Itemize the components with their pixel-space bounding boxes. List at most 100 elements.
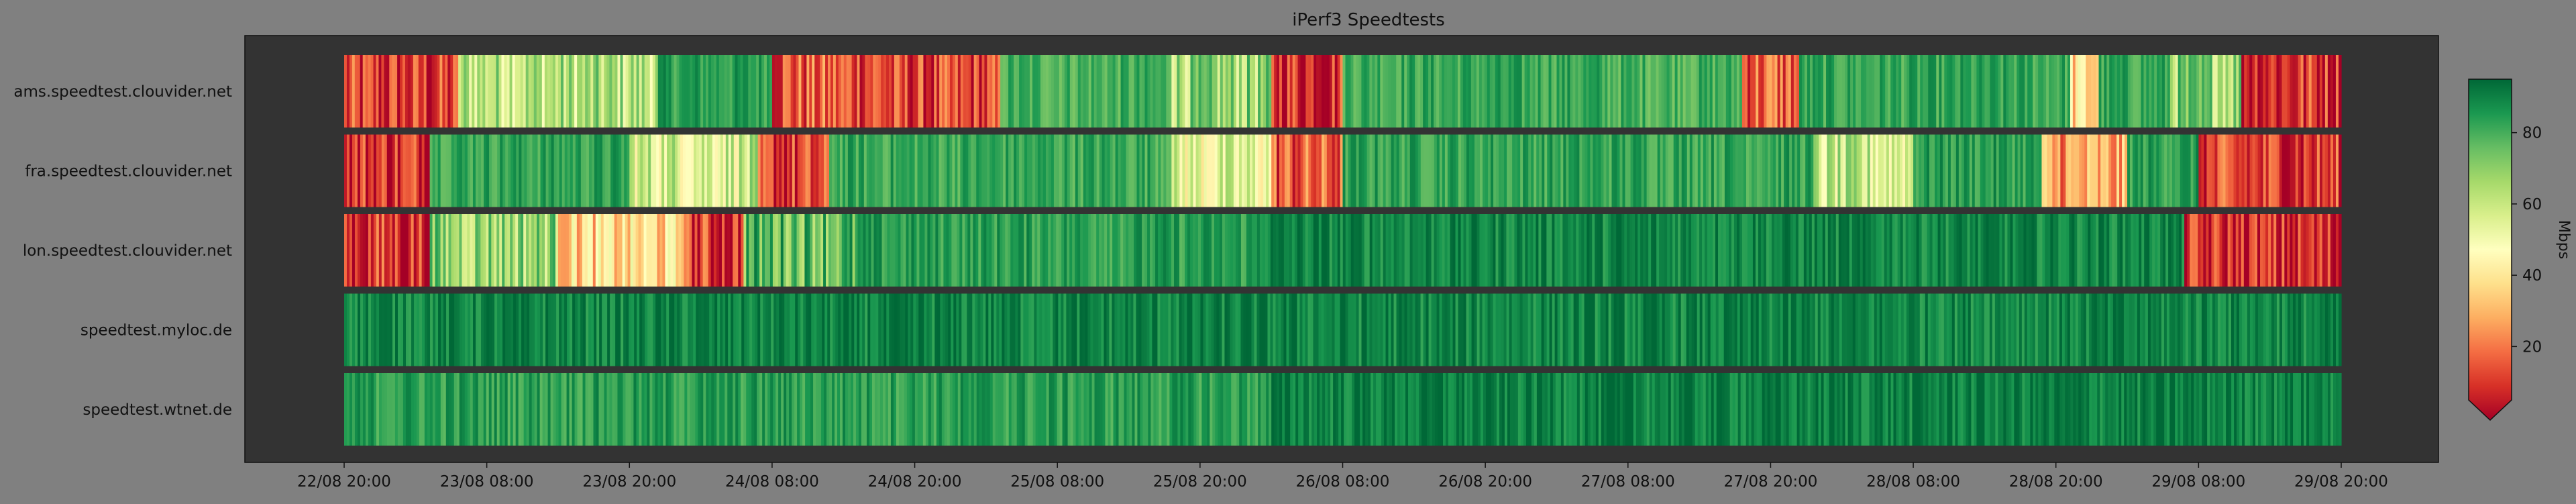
- heatmap-cell: [2260, 55, 2263, 128]
- heatmap-cell: [1827, 134, 1830, 207]
- heatmap-cell: [1185, 373, 1189, 446]
- heatmap-cell: [733, 293, 737, 366]
- heatmap-cell: [1187, 293, 1191, 366]
- heatmap-cell: [1683, 293, 1687, 366]
- heatmap-cell: [833, 55, 837, 128]
- heatmap-cell: [2228, 55, 2231, 128]
- heatmap-cell: [1675, 293, 1679, 366]
- heatmap-cell: [1310, 293, 1314, 366]
- heatmap-cell: [871, 373, 875, 446]
- heatmap-cell: [638, 214, 642, 287]
- heatmap-cell: [1583, 55, 1587, 128]
- heatmap-cell: [925, 134, 929, 207]
- heatmap-cell: [362, 214, 366, 287]
- heatmap-cell: [669, 134, 673, 207]
- heatmap-cell: [1898, 293, 1902, 366]
- heatmap-cell: [1444, 214, 1448, 287]
- heatmap-cell: [687, 55, 690, 128]
- heatmap-cell: [1080, 214, 1083, 287]
- heatmap-cell: [1136, 293, 1139, 366]
- heatmap-cell: [620, 373, 624, 446]
- heatmap-cell: [2029, 293, 2033, 366]
- heatmap-cell: [1724, 134, 1728, 207]
- heatmap-cell: [1077, 293, 1080, 366]
- heatmap-cell: [1621, 214, 1625, 287]
- heatmap-cell: [1412, 293, 1416, 366]
- heatmap-cell: [389, 214, 393, 287]
- heatmap-cell: [1896, 373, 1900, 446]
- heatmap-cell: [2339, 373, 2342, 446]
- heatmap-cell: [2311, 293, 2315, 366]
- heatmap-cell: [1668, 134, 1672, 207]
- heatmap-cell: [1654, 293, 1658, 366]
- heatmap-cell: [2204, 55, 2208, 128]
- heatmap-cell: [1136, 134, 1140, 207]
- heatmap-cell: [1222, 55, 1226, 128]
- heatmap-cell: [1928, 55, 1931, 128]
- heatmap-cell: [1263, 134, 1267, 207]
- heatmap-cell: [1919, 134, 1922, 207]
- heatmap-cell: [1575, 55, 1578, 128]
- heatmap-cell: [1281, 55, 1285, 128]
- heatmap-cell: [1960, 55, 1964, 128]
- heatmap-segment: [857, 214, 1258, 287]
- heatmap-cell: [1112, 214, 1116, 287]
- heatmap-cell: [1126, 214, 1129, 287]
- heatmap-cell: [1411, 373, 1414, 446]
- heatmap-cell: [2180, 373, 2184, 446]
- heatmap-cell: [708, 55, 712, 128]
- heatmap-cell: [686, 214, 690, 287]
- heatmap-cell: [1991, 214, 1995, 287]
- heatmap-cell: [1447, 134, 1451, 207]
- heatmap-cell: [566, 214, 570, 287]
- heatmap-cell: [523, 214, 527, 287]
- heatmap-cell: [1087, 293, 1091, 366]
- heatmap-cell: [582, 55, 586, 128]
- heatmap-cell: [1185, 214, 1188, 287]
- heatmap-cell: [929, 293, 932, 366]
- heatmap-cell: [1953, 214, 1957, 287]
- heatmap-cell: [1858, 55, 1862, 128]
- heatmap-cell: [508, 134, 511, 207]
- heatmap-cell: [432, 214, 436, 287]
- heatmap-cell: [1356, 214, 1360, 287]
- heatmap-cell: [1458, 134, 1462, 207]
- heatmap-cell: [1821, 134, 1825, 207]
- heatmap-cell: [1660, 134, 1664, 207]
- heatmap-cell: [2194, 55, 2197, 128]
- heatmap-cell: [825, 55, 828, 128]
- heatmap-cell: [2070, 55, 2074, 128]
- heatmap-cell: [1120, 134, 1124, 207]
- heatmap-cell: [1764, 373, 1768, 446]
- heatmap-cell: [1819, 134, 1822, 207]
- heatmap-cell: [1958, 134, 1962, 207]
- heatmap-cell: [617, 373, 621, 446]
- heatmap-cell: [1169, 214, 1172, 287]
- heatmap-cell: [1821, 55, 1824, 128]
- heatmap-cell: [1966, 134, 1970, 207]
- heatmap-cell: [1729, 373, 1733, 446]
- heatmap-cell: [1862, 214, 1866, 287]
- heatmap-cell: [1844, 293, 1848, 366]
- heatmap-cell: [582, 214, 586, 287]
- heatmap-cell: [975, 293, 978, 366]
- heatmap-cell: [352, 293, 356, 366]
- heatmap-cell: [1225, 55, 1229, 128]
- heatmap-cell: [922, 373, 926, 446]
- heatmap-cell: [1053, 214, 1057, 287]
- heatmap-cell: [2008, 293, 2012, 366]
- heatmap-cell: [1560, 293, 1564, 366]
- heatmap-cell: [1860, 214, 1864, 287]
- heatmap-cell: [1450, 214, 1454, 287]
- heatmap-cell: [1128, 214, 1132, 287]
- heatmap-cell: [469, 55, 472, 128]
- heatmap-cell: [682, 373, 685, 446]
- heatmap-cell: [789, 134, 793, 207]
- heatmap-cell: [2002, 214, 2006, 287]
- heatmap-cell: [432, 373, 436, 446]
- heatmap-cell: [645, 134, 649, 207]
- heatmap-cell: [1621, 55, 1624, 128]
- heatmap-cell: [1690, 55, 1695, 128]
- heatmap-cell: [1656, 214, 1660, 287]
- heatmap-cell: [1893, 55, 1896, 128]
